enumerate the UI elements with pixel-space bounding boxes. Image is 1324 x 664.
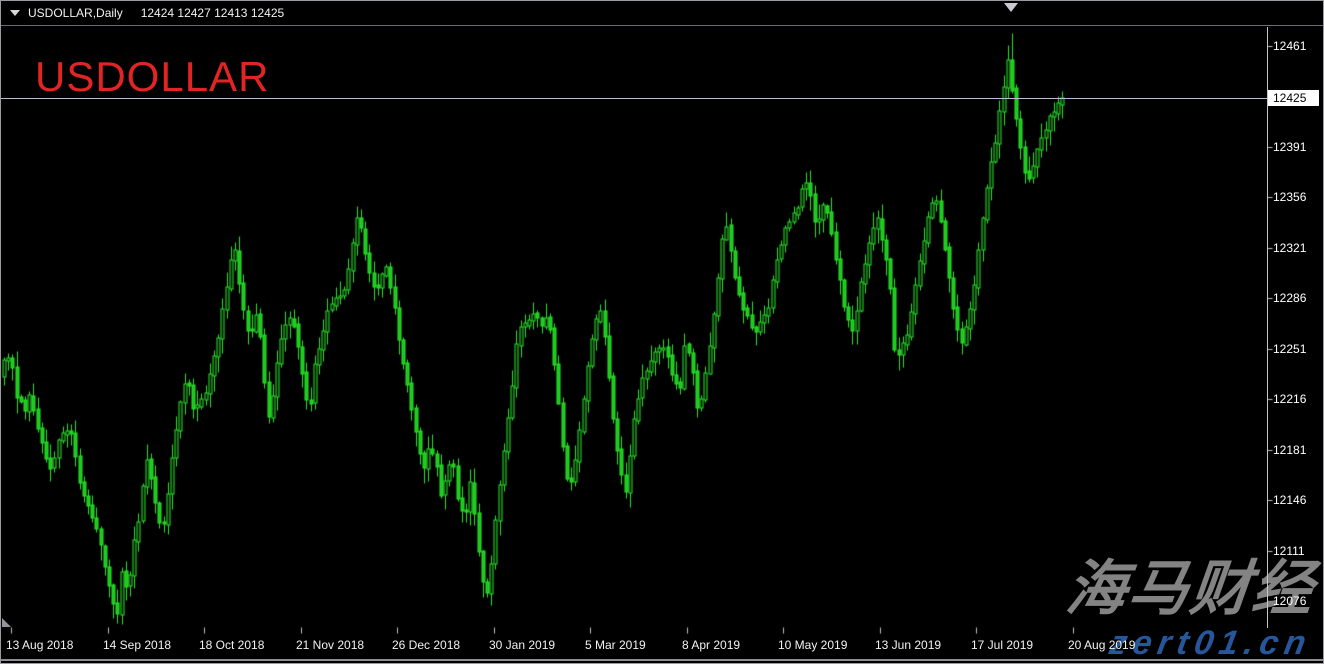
date-axis-label: 13 Jun 2019 xyxy=(875,638,941,653)
price-axis-label: 12251 xyxy=(1273,341,1319,357)
price-axis-label: 12216 xyxy=(1273,391,1319,407)
url-watermark: zert01.cn xyxy=(1106,624,1314,663)
high-arrow-marker xyxy=(1004,3,1018,12)
price-axis-label: 12146 xyxy=(1273,492,1319,508)
price-axis-label: 12111 xyxy=(1273,543,1319,559)
symbol-watermark: USDOLLAR xyxy=(35,53,269,101)
date-axis-label: 20 Aug 2019 xyxy=(1068,638,1135,653)
price-axis-label: 12356 xyxy=(1273,189,1319,205)
date-axis-label: 21 Nov 2018 xyxy=(296,638,364,653)
date-axis-label: 26 Dec 2018 xyxy=(392,638,460,653)
price-axis-label: 12391 xyxy=(1273,139,1319,155)
price-axis-label: 12181 xyxy=(1273,442,1319,458)
price-axis-label: 12461 xyxy=(1273,38,1319,54)
date-axis-label: 8 Apr 2019 xyxy=(682,638,740,653)
date-axis-label: 14 Sep 2018 xyxy=(103,638,171,653)
bottom-border xyxy=(1,659,1323,661)
current-price-flag: 12425 xyxy=(1268,90,1319,106)
date-axis-label: 13 Aug 2018 xyxy=(6,638,73,653)
price-axis-label: 12076 xyxy=(1273,593,1319,609)
resize-grip[interactable] xyxy=(2,618,11,627)
price-axis-separator xyxy=(1267,27,1268,628)
date-axis-label: 30 Jan 2019 xyxy=(489,638,555,653)
date-axis-label: 18 Oct 2018 xyxy=(199,638,264,653)
chart-window: USDOLLAR,Daily 12424 12427 12413 12425 U… xyxy=(0,0,1324,664)
price-axis-label: 12321 xyxy=(1273,240,1319,256)
date-axis-label: 10 May 2019 xyxy=(778,638,847,653)
price-axis-label: 12286 xyxy=(1273,290,1319,306)
date-axis-label: 5 Mar 2019 xyxy=(585,638,646,653)
date-axis-label: 17 Jul 2019 xyxy=(971,638,1033,653)
